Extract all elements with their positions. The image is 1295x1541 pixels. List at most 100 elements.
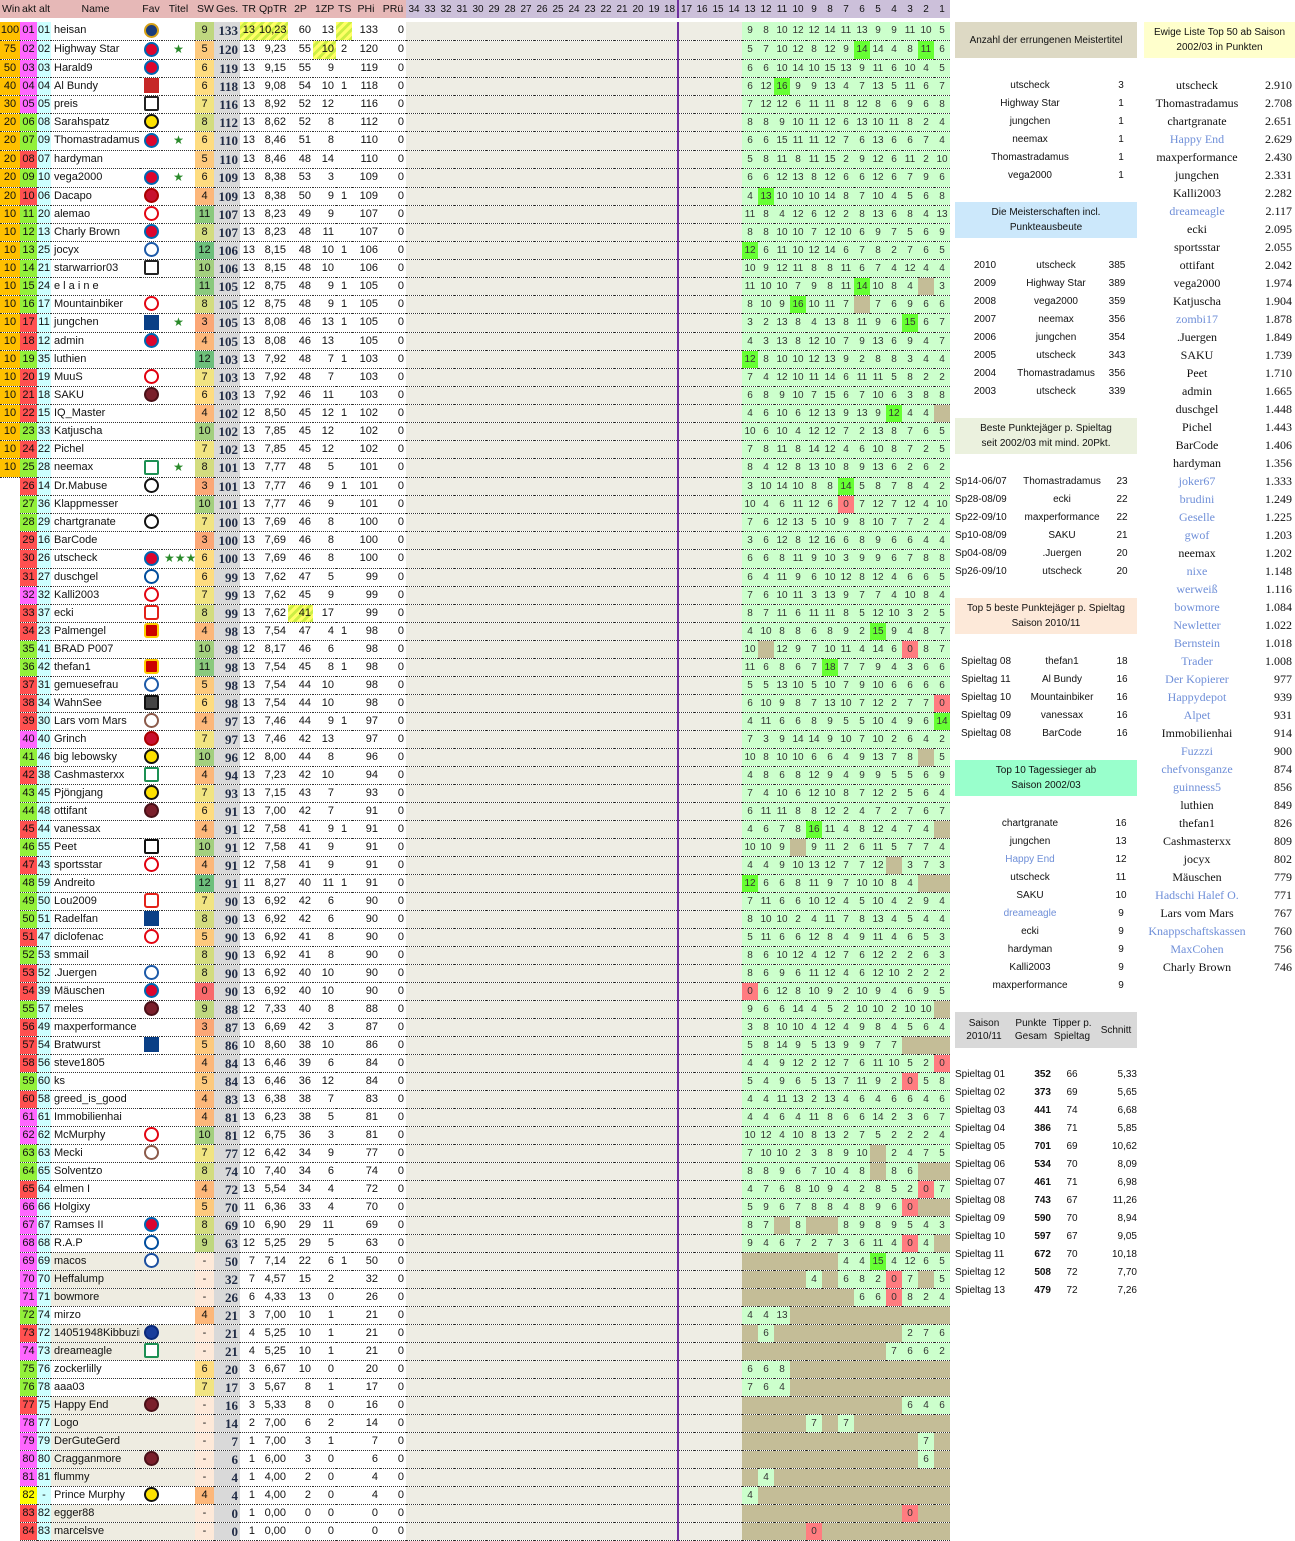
player-name[interactable]: e l a i n e	[51, 277, 140, 296]
player-name[interactable]: Klappmesser	[51, 495, 140, 514]
matchday-header[interactable]: 28	[502, 0, 518, 18]
table-row[interactable]: 83 82 egger88-0 1 0,00 0 0 0 0 0	[0, 1504, 950, 1523]
player-name[interactable]: Immobilienhai	[51, 1108, 140, 1127]
table-row[interactable]: 33 37 ecki 8 99 13 7,62 41 17 99 0 8 7 11 6 11 11 8 5 12 10 3…	[0, 604, 950, 623]
table-row[interactable]: 10 12 13 Charly Brown 8 107 13 8,23 48 11 107 0 8 8 10…	[0, 223, 950, 242]
matchday-header[interactable]: 27	[518, 0, 534, 18]
player-name[interactable]: bowmore	[51, 1288, 140, 1307]
matchday-header[interactable]: 5	[870, 0, 886, 18]
table-row[interactable]: 63 63 Mecki 7 77 12 6,42 34 9 77 0 7 10 10 2 3 8 9 10 2 4 7 5	[0, 1144, 950, 1163]
table-row[interactable]: 55 57 meles 9 88 12 7,33 40 8 88 0 9 6 6 14 4 5 2 10 10 2 10 1…	[0, 1000, 950, 1019]
player-name[interactable]: Harald9	[51, 59, 140, 78]
table-row[interactable]: 30 26 utscheck ★★★ 6 100 13 7,69 46 8 100 0 6 6 8 11 9 10…	[0, 549, 950, 569]
table-row[interactable]: 28 29 chartgranate 7 100 13 7,69 46 8 100 0 7 6 12 13 5…	[0, 513, 950, 532]
matchday-header[interactable]: 2	[918, 0, 934, 18]
table-row[interactable]: 10 24 22 Pichel 7 102 13 7,85 45 12 102 0 7 8 11 8 14 12 4…	[0, 440, 950, 459]
player-name[interactable]: greed_is_good	[51, 1090, 140, 1109]
player-name[interactable]: Prince Murphy	[51, 1486, 140, 1505]
player-name[interactable]: IQ_Master	[51, 404, 140, 423]
table-row[interactable]: 62 62 McMurphy 10 81 12 6,75 36 3 81 0 10 12 4 10 8 13 2 7…	[0, 1126, 950, 1145]
matchday-header[interactable]: 17	[678, 0, 694, 18]
player-name[interactable]: utscheck	[51, 549, 140, 569]
matchday-header[interactable]: 30	[470, 0, 486, 18]
player-name[interactable]: mirzo	[51, 1306, 140, 1325]
player-name[interactable]: Bratwurst	[51, 1036, 140, 1055]
table-row[interactable]: 69 69 macos -50 7 7,14 22 6 1 50 0 4 4 15 4 12 6 5	[0, 1252, 950, 1271]
player-name[interactable]: Palmengel	[51, 622, 140, 641]
matchday-header[interactable]: 13	[742, 0, 758, 18]
table-row[interactable]: 20 10 06 Dacapo 4 109 13 8,38 50 9 1 109 0 4 13 10 10 10 1…	[0, 187, 950, 206]
player-name[interactable]: thefan1	[51, 658, 140, 677]
player-name[interactable]: starwarrior03	[51, 259, 140, 278]
table-row[interactable]: 45 44 vanessax 4 91 12 7,58 41 9 1 91 0 4 6 7 8 16 11 4 8 12…	[0, 820, 950, 839]
table-row[interactable]: 100 01 01 heisan 9 133 13 10,23 60 13 133 0 9 8 10 12 12…	[0, 22, 950, 41]
col-header[interactable]: 1ZP	[313, 0, 336, 18]
player-name[interactable]: marcelsve	[51, 1522, 140, 1541]
matchday-header[interactable]: 21	[614, 0, 630, 18]
table-row[interactable]: 20 09 10 vega2000 ★ 6 109 13 8,38 53 3 109 0 6 6 12 13 8 1…	[0, 168, 950, 188]
player-name[interactable]: zockerlilly	[51, 1360, 140, 1379]
player-name[interactable]: Mäuschen	[51, 982, 140, 1001]
table-row[interactable]: 50 03 03 Harald9 6 119 13 9,15 55 9 119 0 6 6 10 14 10 15…	[0, 59, 950, 78]
table-row[interactable]: 75 02 02 Highway Star ★ 5 120 13 9,23 55 10 2 120 0 5 7…	[0, 40, 950, 60]
matchday-header[interactable]: 25	[550, 0, 566, 18]
table-row[interactable]: 84 83 marcelsve -0 1 0,00 0 0 0 0 0	[0, 1522, 950, 1541]
table-row[interactable]: 53 52 .Juergen 8 90 13 6,92 40 10 90 0 8 6 9 6 11 12 4 6 12…	[0, 964, 950, 983]
table-row[interactable]: 40 04 04 Al Bundy 6 118 13 9,08 54 10 1 118 0 6 12 16 9 9…	[0, 77, 950, 96]
table-row[interactable]: 20 06 08 Sarahspatz 8 112 13 8,62 52 8 112 0 8 8 9 10 11…	[0, 113, 950, 132]
player-name[interactable]: Heffalump	[51, 1270, 140, 1289]
player-name[interactable]: meles	[51, 1000, 140, 1019]
table-row[interactable]: 61 61 Immobilienhai 4 81 13 6,23 38 5 81 0 4 4 6 4 11 8 6…	[0, 1108, 950, 1127]
player-name[interactable]: alemao	[51, 205, 140, 224]
player-name[interactable]: ecki	[51, 604, 140, 623]
table-row[interactable]: 10 17 11 jungchen ★ 3 105 13 8,08 46 13 1 105 0 3 2 13 8 4…	[0, 313, 950, 333]
player-name[interactable]: MuuS	[51, 368, 140, 387]
table-row[interactable]: 78 77 Logo -14 2 7,00 6 2 14 0 7 7	[0, 1414, 950, 1433]
matchday-header[interactable]: 32	[438, 0, 454, 18]
table-row[interactable]: 47 43 sportsstar 4 91 12 7,58 41 9 91 0 4 4 9 10 13 12 7 7…	[0, 856, 950, 875]
player-name[interactable]: Kalli2003	[51, 586, 140, 605]
table-row[interactable]: 79 79 DerGuteGerd -7 1 7,00 3 1 7 0 7	[0, 1432, 950, 1451]
player-name[interactable]: sportsstar	[51, 856, 140, 875]
player-name[interactable]: Mecki	[51, 1144, 140, 1163]
table-row[interactable]: 10 15 24 e l a i n e 11 105 12 8,75 48 9 1 105 0 11 10…	[0, 277, 950, 296]
player-name[interactable]: Mountainbiker	[51, 295, 140, 314]
player-name[interactable]: .Juergen	[51, 964, 140, 983]
player-name[interactable]: Holgixy	[51, 1198, 140, 1217]
matchday-header[interactable]: 22	[598, 0, 614, 18]
player-name[interactable]: jocyx	[51, 241, 140, 260]
player-name[interactable]: Sarahspatz	[51, 113, 140, 132]
matchday-header[interactable]: 3	[902, 0, 918, 18]
col-header[interactable]: PHi	[352, 0, 380, 18]
table-row[interactable]: 68 68 R.A.P 9 63 12 5,25 29 5 63 0 9 4 6 7 2 7 3 6 11 4 0 4	[0, 1234, 950, 1253]
table-row[interactable]: 71 71 bowmore -26 6 4,33 13 0 26 0 6 6 0 8 2 4	[0, 1288, 950, 1307]
player-name[interactable]: Lars vom Mars	[51, 712, 140, 731]
table-row[interactable]: 70 70 Heffalump -32 7 4,57 15 2 32 0 4 6 8 2 0 7 5	[0, 1270, 950, 1289]
matchday-header[interactable]: 31	[454, 0, 470, 18]
player-name[interactable]: luthien	[51, 350, 140, 369]
col-header[interactable]: Titel	[162, 0, 195, 18]
player-name[interactable]: diclofenac	[51, 928, 140, 947]
matchday-header[interactable]: 10	[790, 0, 806, 18]
matchday-header[interactable]: 20	[630, 0, 646, 18]
table-row[interactable]: 40 40 Grinch 7 97 13 7,46 42 13 97 0 7 3 9 14 14 9 10 7 10 2…	[0, 730, 950, 749]
table-row[interactable]: 29 16 BarCode 3 100 13 7,69 46 8 100 0 3 6 12 8 12 16 6 8 9…	[0, 531, 950, 550]
table-row[interactable]: 81 81 flummy -4 1 4,00 2 0 4 0 4	[0, 1468, 950, 1487]
table-row[interactable]: 44 48 ottifant 6 91 13 7,00 42 7 91 0 6 11 11 8 8 12 2 4 7 2…	[0, 802, 950, 821]
matchday-header[interactable]: 1	[934, 0, 950, 18]
col-header[interactable]: SW	[195, 0, 214, 18]
player-name[interactable]: Solventzo	[51, 1162, 140, 1181]
player-name[interactable]: DerGuteGerd	[51, 1432, 140, 1451]
player-name[interactable]: macos	[51, 1252, 140, 1271]
table-row[interactable]: 20 07 09 Thomastradamus ★ 6 110 13 8,46 51 8 110 0 6 6…	[0, 131, 950, 151]
player-name[interactable]: aaa03	[51, 1378, 140, 1397]
table-row[interactable]: 10 13 25 jocyx 12 106 13 8,15 48 10 1 106 0 12 6 11 10 12…	[0, 241, 950, 260]
table-row[interactable]: 76 78 aaa03 7 17 3 5,67 8 1 17 0 7 6 4	[0, 1378, 950, 1397]
player-name[interactable]: hardyman	[51, 150, 140, 169]
player-name[interactable]: duschgel	[51, 568, 140, 587]
table-row[interactable]: 10 19 35 luthien 12 103 13 7,92 48 7 1 103 0 12 8 10 10 1…	[0, 350, 950, 369]
table-row[interactable]: 80 80 Cragganmore -6 1 6,00 3 0 6 0 6	[0, 1450, 950, 1469]
table-row[interactable]: 58 56 steve1805 4 84 13 6,46 39 6 84 0 4 4 9 12 2 12 7 6 11…	[0, 1054, 950, 1073]
matchday-header[interactable]: 15	[710, 0, 726, 18]
player-name[interactable]: BarCode	[51, 531, 140, 550]
